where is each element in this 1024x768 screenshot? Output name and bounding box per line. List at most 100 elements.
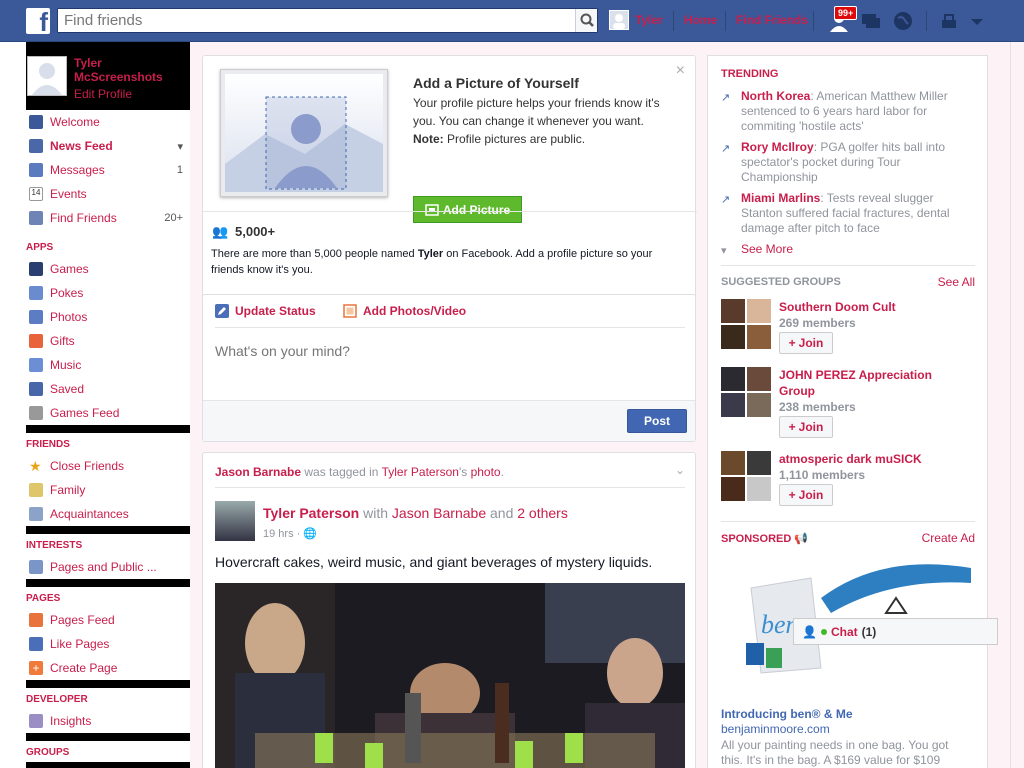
sidebar-item-saved[interactable]: Saved	[26, 377, 190, 401]
trend-item[interactable]: ↗ Rory McIlroy: PGA golfer hits ball into…	[721, 140, 971, 185]
globe-icon: 🌐	[303, 528, 318, 540]
post-timestamp[interactable]: 19 hrs · 🌐	[263, 527, 317, 540]
nav-separator	[673, 11, 674, 31]
placeholder-image	[225, 74, 383, 192]
nav-avatar[interactable]	[609, 10, 629, 30]
chevron-down-icon[interactable]: ⌄	[675, 463, 685, 477]
sidebar-item-games-feed[interactable]: Games Feed	[26, 401, 190, 425]
like-icon	[29, 637, 43, 651]
chat-bar[interactable]: 👤 Chat (1)	[793, 618, 998, 645]
search-input[interactable]	[58, 9, 558, 32]
camera-icon	[343, 304, 357, 318]
join-label: Join	[798, 336, 824, 350]
group-name[interactable]: JOHN PEREZ Appreciation Group 238 members	[779, 367, 959, 415]
sidebar-item-label: News Feed	[50, 139, 113, 153]
sidebar-item-insights[interactable]: Insights	[26, 709, 190, 733]
right-sidebar-card: TRENDING ↗ North Korea: American Matthew …	[707, 55, 988, 768]
ad-url[interactable]: benjaminmoore.com	[721, 722, 830, 736]
post-button[interactable]: Post	[627, 409, 687, 433]
see-all-link[interactable]: See All	[938, 275, 975, 289]
close-icon[interactable]: ×	[676, 62, 685, 80]
join-button[interactable]: + Join	[779, 416, 833, 438]
sidebar-item-acquaintances[interactable]: Acquaintances	[26, 502, 190, 526]
photo-owner-link[interactable]: Tyler Paterson	[382, 465, 459, 479]
default-avatar-icon	[32, 63, 62, 95]
group-name[interactable]: atmosperic dark muSICK 1,110 members	[779, 451, 959, 483]
poster-avatar[interactable]	[215, 501, 255, 541]
tab-add-photos[interactable]: Add Photos/Video	[343, 304, 466, 318]
join-button[interactable]: + Join	[779, 484, 833, 506]
facebook-logo[interactable]: f	[26, 8, 50, 34]
sidebar-item-pages-feed[interactable]: Pages Feed	[26, 608, 190, 632]
sidebar-item-label: Close Friends	[50, 459, 125, 473]
sidebar-item-create-page[interactable]: + Create Page	[26, 656, 190, 680]
plus-icon: +	[788, 420, 796, 434]
profile-picture[interactable]	[27, 56, 67, 96]
sidebar-item-find-friends[interactable]: Find Friends 20+	[26, 206, 190, 230]
sidebar-item-label: Pages Feed	[50, 613, 115, 627]
others-link[interactable]: 2 others	[517, 505, 568, 521]
add-picture-button[interactable]: Add Picture	[413, 196, 522, 223]
tab-update-status[interactable]: Update Status	[215, 304, 316, 318]
online-dot-icon	[820, 628, 827, 635]
search-button[interactable]	[575, 9, 597, 32]
sidebar-item-pages-public[interactable]: Pages and Public ...	[26, 555, 190, 579]
sidebar-item-close-friends[interactable]: ★ Close Friends	[26, 454, 190, 478]
sidebar-item-family[interactable]: Family	[26, 478, 190, 502]
composer-footer: Post	[203, 400, 695, 441]
insights-icon	[29, 714, 43, 728]
sidebar-item-music[interactable]: Music	[26, 353, 190, 377]
nav-find-friends-link[interactable]: Find Friends	[736, 13, 808, 27]
sidebar-item-gifts[interactable]: Gifts	[26, 329, 190, 353]
sidebar-item-games[interactable]: Games	[26, 257, 190, 281]
with-name-link[interactable]: Jason Barnabe	[392, 505, 486, 521]
suggested-groups-heading: SUGGESTED GROUPS	[721, 276, 841, 288]
ad-title[interactable]: Introducing ben® & Me	[721, 707, 853, 721]
caret-down-icon[interactable]: ▾	[177, 140, 183, 153]
name-count: 5,000+	[235, 224, 276, 239]
globe-icon[interactable]	[892, 10, 914, 32]
group-photos[interactable]	[721, 299, 771, 349]
photo-link[interactable]: photo	[471, 465, 501, 479]
tagged-user-link[interactable]: Jason Barnabe	[215, 465, 301, 479]
sidebar-item-like-pages[interactable]: Like Pages	[26, 632, 190, 656]
group-name[interactable]: Southern Doom Cult 269 members	[779, 299, 959, 331]
post-photo[interactable]	[215, 583, 685, 768]
trend-item[interactable]: ↗ North Korea: American Matthew Miller se…	[721, 89, 971, 134]
trend-item[interactable]: ↗ Miami Marlins: Tests reveal slugger Sta…	[721, 191, 971, 236]
description-text: Your profile picture helps your friends …	[413, 96, 660, 128]
default-avatar-icon	[613, 14, 625, 29]
poster-name-link[interactable]: Tyler Paterson	[263, 505, 359, 521]
sidebar-item-welcome[interactable]: Welcome	[26, 110, 190, 134]
chevron-down-icon[interactable]	[966, 10, 988, 32]
group-photos[interactable]	[721, 451, 771, 501]
group-photos[interactable]	[721, 367, 771, 417]
sidebar-item-news-feed[interactable]: News Feed ▾	[26, 134, 190, 158]
sidebar-item-events[interactable]: 14 Events	[26, 182, 190, 206]
sidebar-item-count: 1	[176, 164, 183, 176]
messages-icon[interactable]	[860, 10, 882, 32]
profile-name[interactable]: Tyler McScreenshots	[74, 56, 184, 84]
status-input[interactable]	[215, 343, 675, 359]
nav-home-link[interactable]: Home	[684, 13, 717, 27]
group-members: 1,110 members	[779, 468, 866, 482]
note-text: Profile pictures are public.	[443, 132, 586, 146]
party-photo	[215, 583, 685, 768]
privacy-lock-icon[interactable]	[938, 10, 960, 32]
create-ad-link[interactable]: Create Ad	[922, 531, 975, 545]
add-picture-card: Add a Picture of Yourself Your profile p…	[202, 55, 697, 323]
sidebar-item-pokes[interactable]: Pokes	[26, 281, 190, 305]
see-more-link[interactable]: ▾ See More	[721, 242, 971, 257]
add-picture-description: Your profile picture helps your friends …	[413, 94, 673, 148]
sidebar-item-messages[interactable]: Messages 1	[26, 158, 190, 182]
nav-profile-link[interactable]: Tyler	[635, 13, 663, 27]
calendar-icon: 14	[29, 187, 43, 201]
edit-profile-link[interactable]: Edit Profile	[74, 87, 132, 101]
facebook-icon	[29, 115, 43, 129]
sponsored-label: SPONSORED	[721, 533, 792, 545]
interests-nav: INTERESTS Pages and Public ...	[26, 534, 190, 579]
sidebar-item-label: Gifts	[50, 334, 75, 348]
sidebar-item-photos[interactable]: Photos	[26, 305, 190, 329]
profile-picture-placeholder[interactable]	[220, 69, 388, 197]
join-button[interactable]: + Join	[779, 332, 833, 354]
